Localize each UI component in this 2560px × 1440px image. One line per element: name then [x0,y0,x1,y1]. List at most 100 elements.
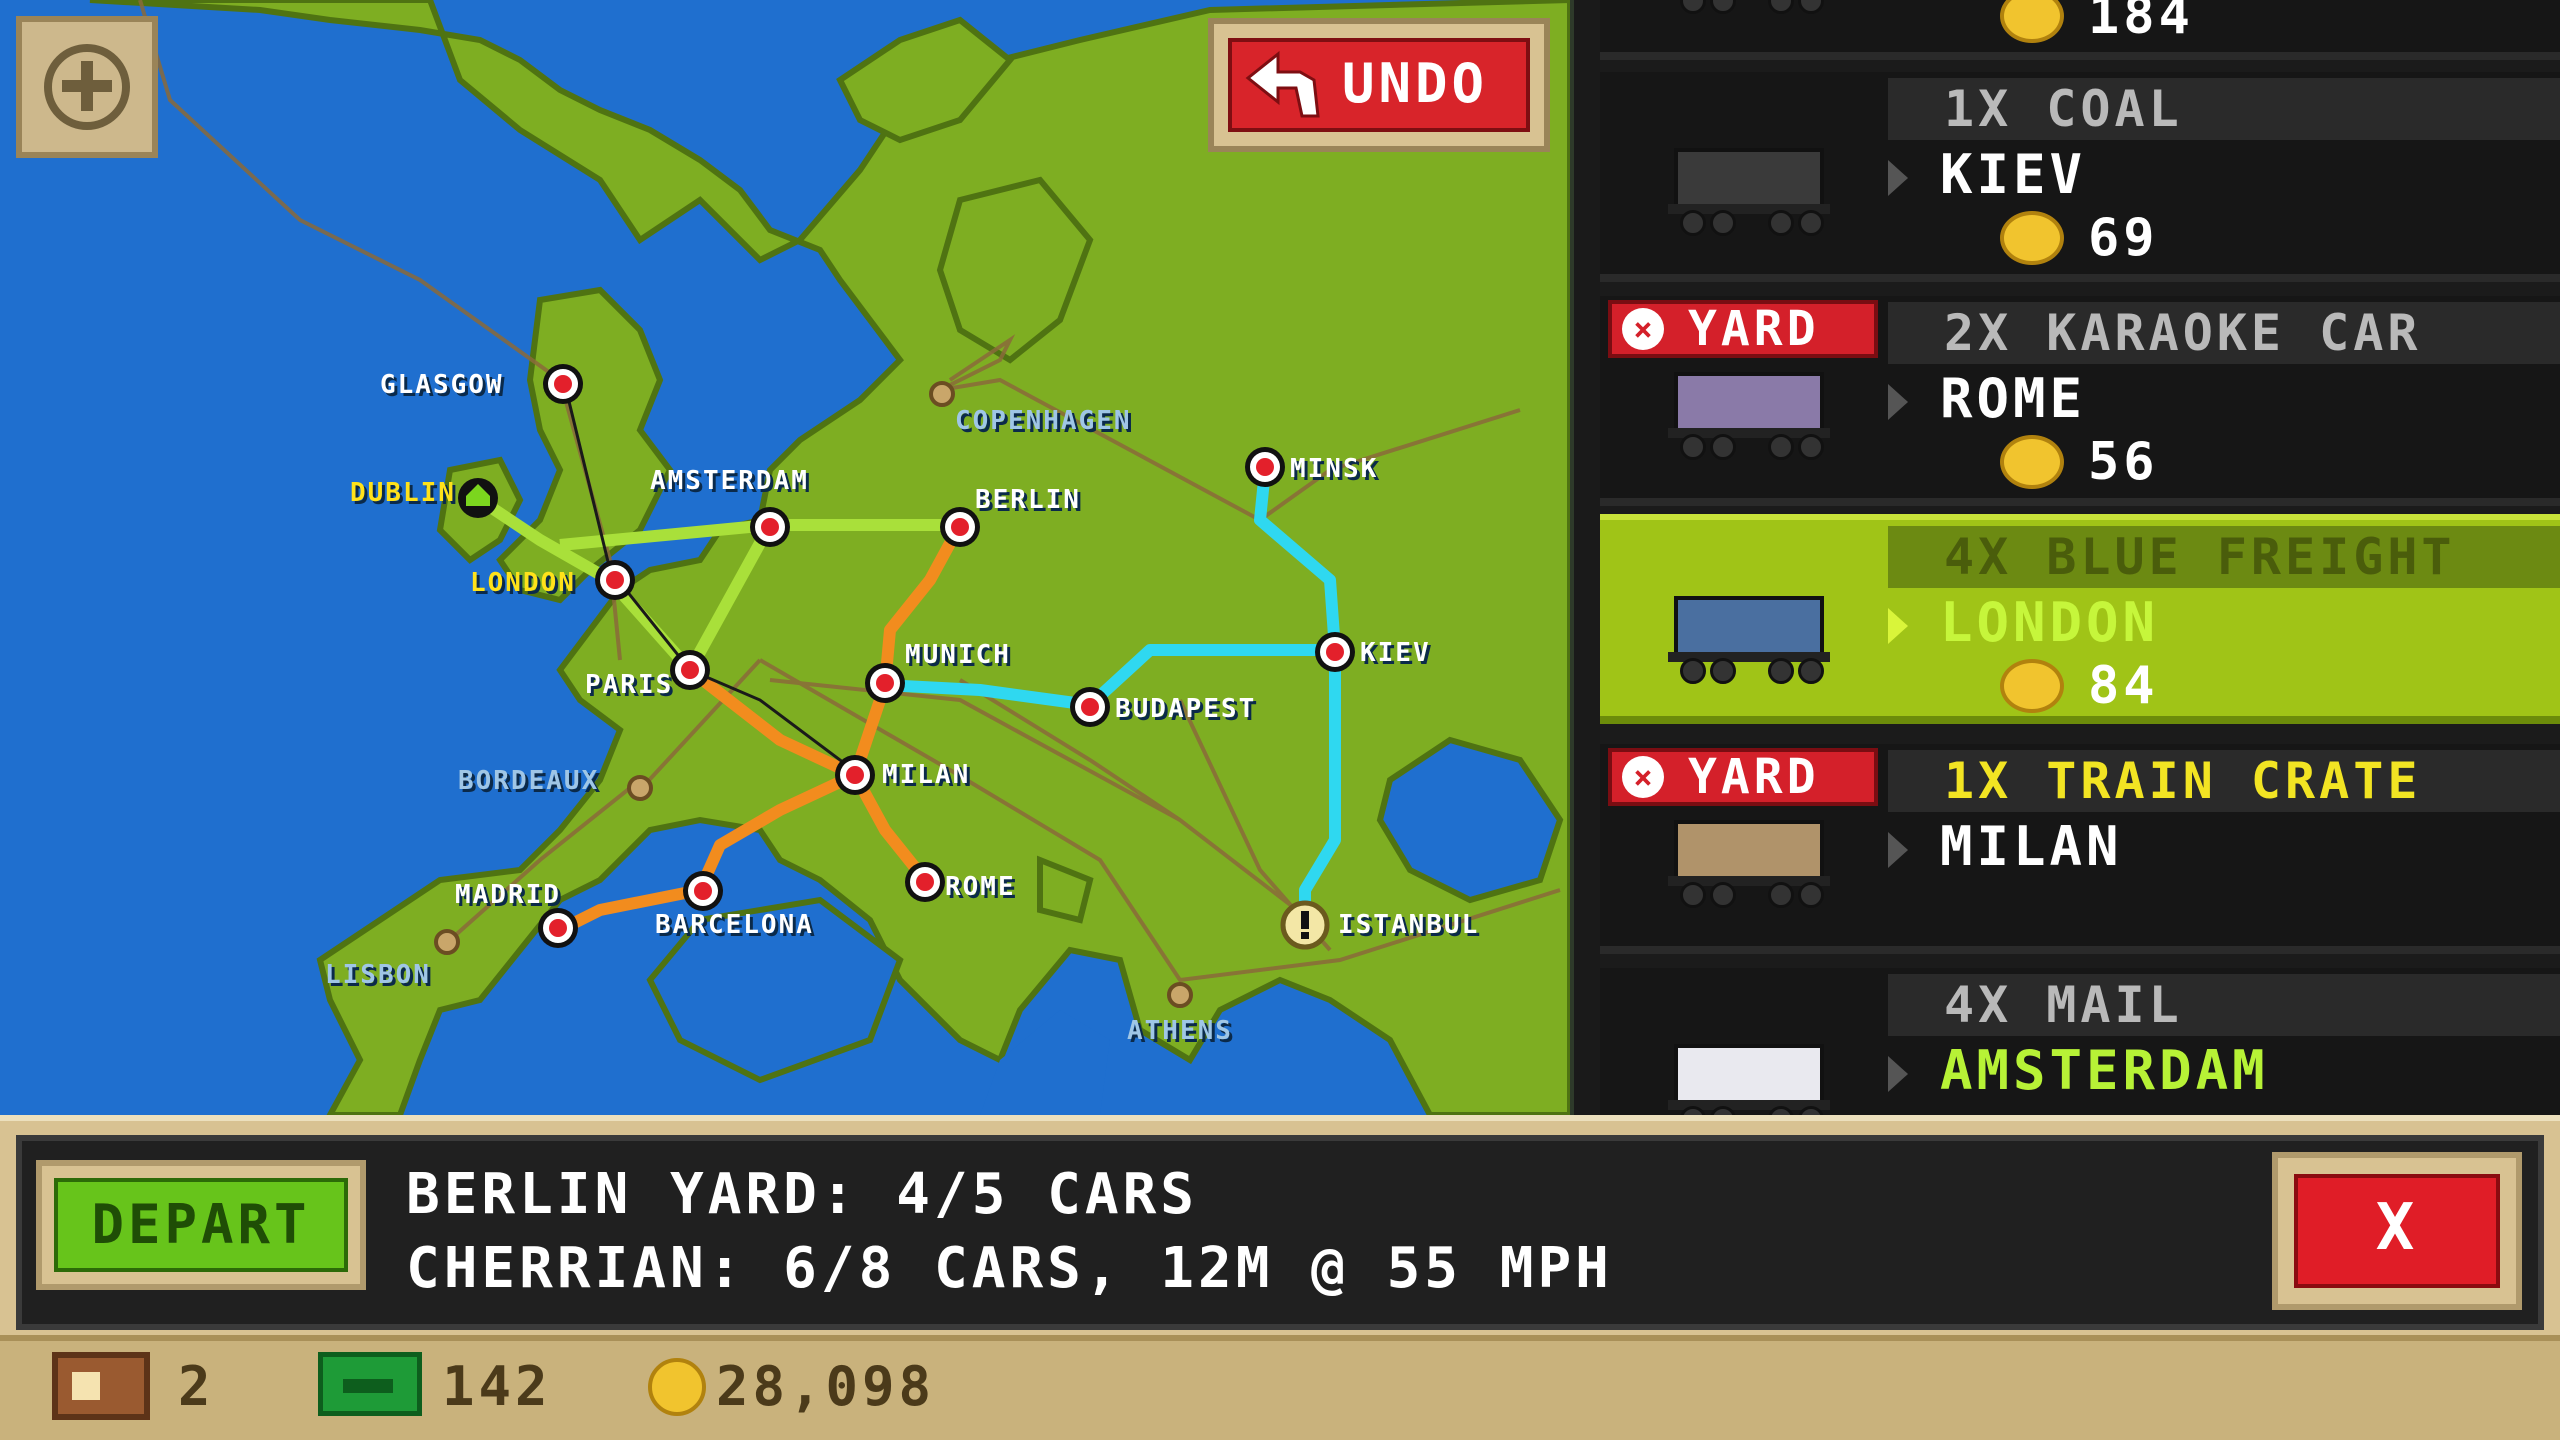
play-arrow-icon [1888,608,1908,644]
cargo-quantity: 2X KARAOKE CAR [1888,302,2560,364]
station-minsk[interactable] [1245,447,1285,487]
zoom-in-button[interactable] [16,16,158,158]
train-car-icon [1664,366,1834,460]
land-masses [89,0,1570,1115]
station-london[interactable] [595,560,635,600]
station-rome[interactable] [905,862,945,902]
depart-button[interactable]: DEPART [36,1160,366,1290]
cargo-row[interactable]: 4X MAIL AMSTERDAM [1600,968,2560,1115]
reward-value: 69 [2088,208,2159,268]
yard-badge[interactable]: × YARD [1608,300,1878,358]
cargo-destination: ROME [1940,367,2087,430]
cargo-destination: AMSTERDAM [1940,1039,2269,1102]
reward-value: 56 [2088,432,2159,492]
coin-icon [648,1358,706,1416]
city-label-amsterdam: AMSTERDAM [650,466,809,496]
cargo-quantity: 4X MAIL [1888,974,2560,1036]
city-label-munich: MUNICH [905,640,1011,670]
station-dublin[interactable] [458,478,498,518]
station-barcelona[interactable] [683,871,723,911]
station-kiev[interactable] [1315,632,1355,672]
city-label-paris: PARIS [585,670,674,700]
city-label-budapest: BUDAPEST [1115,694,1257,724]
play-arrow-icon [1888,384,1908,420]
station-glasgow[interactable] [543,364,583,404]
station-budapest[interactable] [1070,687,1110,727]
city-label-dublin: DUBLIN [350,478,456,508]
station-milan[interactable] [835,755,875,795]
station-madrid[interactable] [538,908,578,948]
cargo-destination: LONDON [1940,591,2160,654]
city-label-athens: ATHENS [1127,1016,1233,1046]
coin-icon [2000,659,2064,713]
city-label-minsk: MINSK [1290,454,1379,484]
remove-icon: × [1622,756,1664,798]
station-munich[interactable] [865,663,905,703]
reward-value: 184 [2088,0,2194,46]
city-label-glasgow: GLASGOW [380,370,504,400]
close-icon: X [2294,1174,2500,1288]
yard-label: YARD [1688,301,1820,357]
cargo-destination: MILAN [1940,815,2123,878]
cargo-reward: 84 [2000,656,2159,716]
city-label-berlin: BERLIN [975,485,1081,515]
depart-label: DEPART [54,1178,348,1272]
city-label-bordeaux: BORDEAUX [458,766,600,796]
station-amsterdam[interactable] [750,507,790,547]
station-istanbul[interactable] [1280,900,1330,950]
cargo-row[interactable]: 2X KARAOKE CAR ROME 56 × YARD [1600,296,2560,506]
play-arrow-icon [1888,160,1908,196]
cargo-reward: 56 [2000,432,2159,492]
reward-value: 84 [2088,656,2159,716]
train-car-icon [1664,590,1834,684]
yard-badge[interactable]: × YARD [1608,748,1878,806]
cargo-quantity: 4X BLUE FREIGHT [1888,526,2560,588]
coin-icon [2000,435,2064,489]
cargo-reward: 184 [2000,0,2194,46]
city-label-rome: ROME [945,872,1016,902]
cargo-list[interactable]: 184 1X COAL KIEV 69 2X KARAOKE CAR ROME 56 × YAR… [1600,0,2560,1115]
station-athens[interactable] [1167,982,1193,1008]
train-car-icon [1664,142,1834,236]
station-lisbon[interactable] [434,929,460,955]
cargo-quantity: 1X TRAIN CRATE [1888,750,2560,812]
cargo-row[interactable]: 1X TRAIN CRATE MILAN × YARD [1600,744,2560,954]
yard-label: YARD [1688,749,1820,805]
train-car-icon [1664,0,1834,14]
map-canvas [89,0,1570,1115]
close-button[interactable]: X [2272,1152,2522,1310]
city-label-kiev: KIEV [1360,638,1431,668]
cargo-destination: KIEV [1940,143,2087,206]
yard-status-text: BERLIN YARD: 4/5 CARS [406,1162,1199,1227]
coins-count: 28,098 [716,1355,936,1418]
cargo-row[interactable]: 184 [1600,0,2560,60]
cargo-reward: 69 [2000,208,2159,268]
station-bordeaux[interactable] [627,775,653,801]
train-car-icon [1664,1038,1834,1115]
city-label-copenhagen: COPENHAGEN [955,406,1132,436]
city-label-madrid: MADRID [455,880,561,910]
remove-icon: × [1622,308,1664,350]
world-map[interactable]: GLASGOW DUBLIN LONDON AMSTERDAM BERLIN COPENH… [0,0,1570,1115]
cargo-quantity: 1X COAL [1888,78,2560,140]
undo-arrow-icon [1245,50,1320,118]
cars-count: 2 [178,1355,215,1418]
station-copenhagen[interactable] [929,381,955,407]
train-status-text: CHERRIAN: 6/8 CARS, 12M @ 55 MPH [406,1236,1613,1301]
cash-icon [318,1352,422,1416]
station-paris[interactable] [670,650,710,690]
city-label-istanbul: ISTANBUL [1338,910,1480,940]
city-label-london: LONDON [470,568,576,598]
city-label-milan: MILAN [882,760,971,790]
cargo-row[interactable]: 1X COAL KIEV 69 [1600,72,2560,282]
panel-divider [1570,0,1604,1115]
play-arrow-icon [1888,1056,1908,1092]
cargo-row[interactable]: 4X BLUE FREIGHT LONDON 84 [1600,514,2560,724]
city-label-lisbon: LISBON [325,960,431,990]
coin-icon [2000,0,2064,43]
play-arrow-icon [1888,832,1908,868]
undo-button[interactable]: UNDO [1208,18,1550,152]
station-berlin[interactable] [940,507,980,547]
train-car-icon [1664,814,1834,908]
city-label-barcelona: BARCELONA [655,910,814,940]
